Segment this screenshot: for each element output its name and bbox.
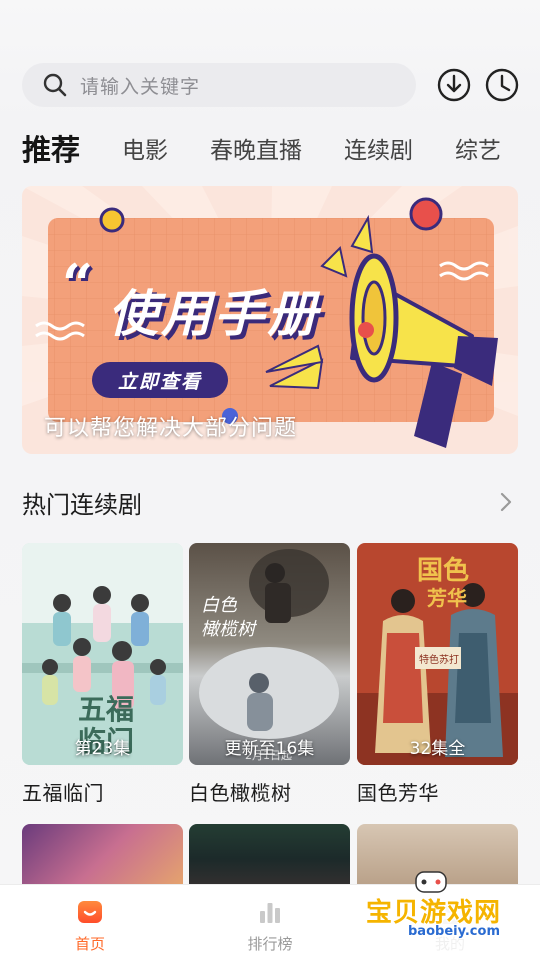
tab-recommended[interactable]: 推荐 bbox=[22, 127, 80, 169]
chart-icon bbox=[260, 903, 280, 923]
series-card[interactable]: 五福 临门 第23集 五福临门 bbox=[22, 543, 183, 806]
app-root: 请输入关键字 推荐 电影 春晚直播 连续剧 综艺 “ 使用手册 立即查看 可以帮… bbox=[0, 0, 540, 960]
banner-caption: 可以帮您解决大部分问题 bbox=[44, 416, 298, 441]
nav-label: 排行榜 bbox=[247, 935, 293, 953]
series-title: 白色橄榄树 bbox=[189, 781, 292, 805]
history-clock-icon[interactable] bbox=[484, 67, 520, 103]
tab-spring-gala-live[interactable]: 春晚直播 bbox=[210, 131, 302, 165]
search-input[interactable]: 请输入关键字 bbox=[22, 63, 416, 107]
view-now-button[interactable]: 立即查看 bbox=[92, 362, 228, 398]
episode-badge: 更新至16集 bbox=[224, 739, 315, 759]
svg-text:国色: 国色 bbox=[417, 555, 469, 586]
banner-quote-mark: “ bbox=[62, 252, 94, 316]
search-placeholder: 请输入关键字 bbox=[80, 75, 201, 98]
poster-artwork: 白色 橄榄树 2月1日起 bbox=[189, 543, 350, 765]
home-icon bbox=[78, 901, 102, 923]
download-icon[interactable] bbox=[436, 67, 472, 103]
nav-home[interactable]: 首页 bbox=[0, 885, 180, 960]
hot-series-header[interactable]: 热门连续剧 bbox=[22, 484, 518, 520]
nav-label: 首页 bbox=[74, 935, 105, 953]
svg-text:五福: 五福 bbox=[78, 693, 134, 726]
tab-movies[interactable]: 电影 bbox=[122, 131, 168, 165]
series-poster[interactable]: 五福 临门 第23集 bbox=[22, 543, 183, 765]
chevron-right-icon[interactable] bbox=[494, 490, 518, 514]
svg-text:芳华: 芳华 bbox=[427, 586, 467, 610]
banner-title: 使用手册 bbox=[108, 285, 320, 343]
tab-tv-series[interactable]: 连续剧 bbox=[344, 131, 413, 165]
series-card[interactable]: 白色 橄榄树 2月1日起 更新至16集 白色橄榄树 bbox=[189, 543, 350, 806]
svg-text:橄榄树: 橄榄树 bbox=[201, 619, 258, 640]
nav-ranking[interactable]: 排行榜 bbox=[180, 885, 360, 960]
svg-text:白色: 白色 bbox=[201, 595, 238, 616]
poster-artwork: 五福 临门 bbox=[22, 543, 183, 765]
watermark-url: baobeiy.com bbox=[408, 924, 500, 939]
section-title: 热门连续剧 bbox=[22, 490, 142, 519]
search-icon bbox=[43, 73, 67, 97]
series-title: 国色芳华 bbox=[357, 781, 439, 805]
series-poster[interactable]: 国色 芳华 特色苏打 32集全 bbox=[357, 543, 518, 765]
series-card[interactable]: 国色 芳华 特色苏打 32集全 国色芳华 bbox=[357, 543, 518, 806]
series-poster[interactable]: 白色 橄榄树 2月1日起 更新至16集 bbox=[189, 543, 350, 765]
tab-variety[interactable]: 综艺 bbox=[455, 131, 501, 165]
promo-banner[interactable]: “ 使用手册 立即查看 可以帮您解决大部分问题 bbox=[22, 186, 518, 454]
category-tabs: 推荐 电影 春晚直播 连续剧 综艺 bbox=[22, 126, 540, 170]
series-title: 五福临门 bbox=[22, 781, 104, 805]
episode-badge: 第23集 bbox=[74, 739, 131, 759]
episode-badge: 32集全 bbox=[409, 739, 466, 759]
search-row: 请输入关键字 bbox=[22, 63, 520, 107]
svg-text:特色苏打: 特色苏打 bbox=[419, 653, 459, 666]
poster-artwork: 国色 芳华 特色苏打 bbox=[357, 543, 518, 765]
